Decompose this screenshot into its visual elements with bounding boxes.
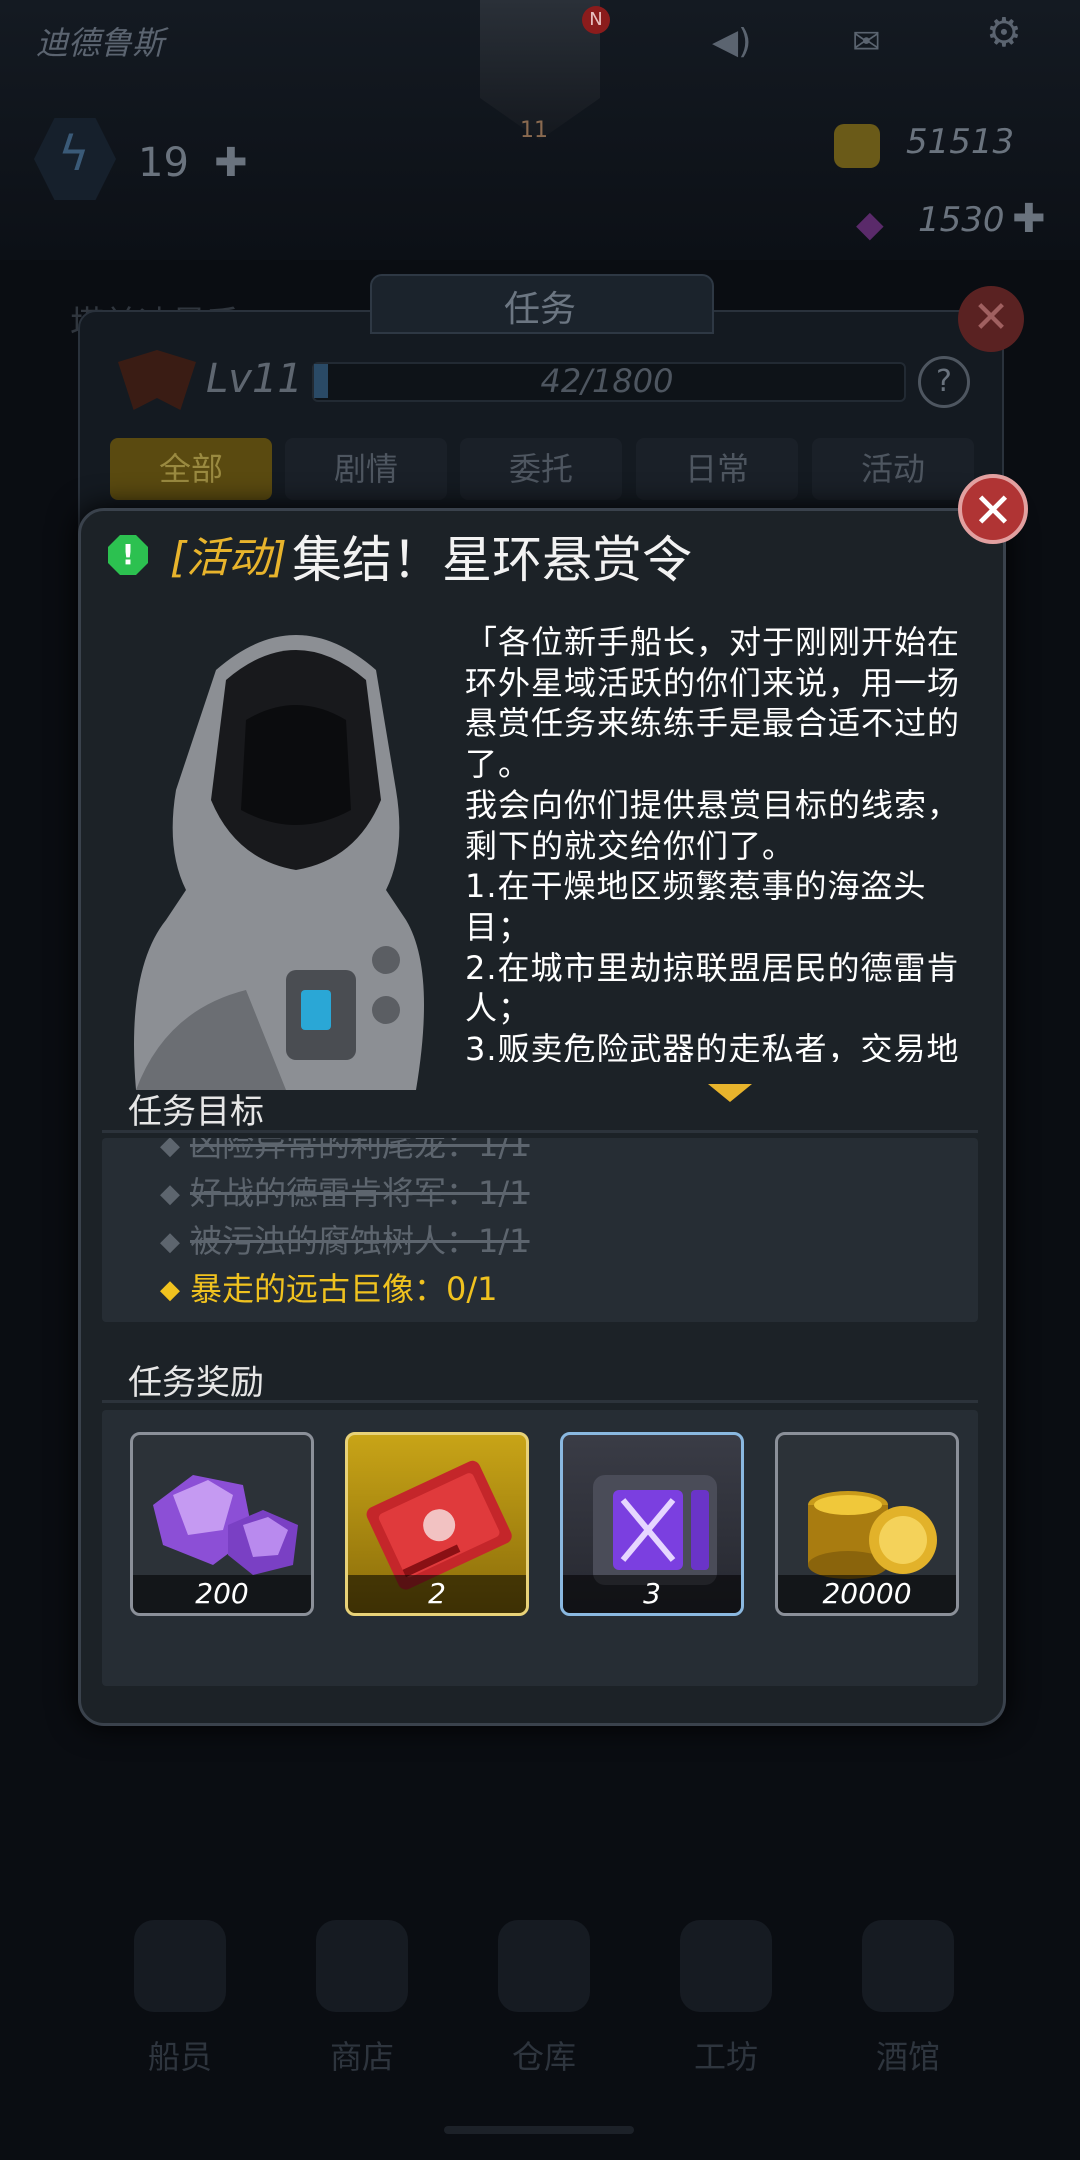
nav-tavern[interactable]: 酒馆 [838,1920,978,2078]
goal-item: ◆ 凶险异常的利尾龙：1/1 [160,1138,530,1166]
reward-quantity: 200 [133,1575,311,1613]
hammer-icon [680,1920,772,2012]
help-button[interactable]: ? [918,356,970,408]
nav-label: 工坊 [693,2038,758,2076]
task-window-close-button[interactable]: ✕ [958,286,1024,352]
crew-icon [134,1920,226,2012]
home-indicator [444,2126,634,2134]
coin-balance: 51513 [906,122,1015,162]
diamond-bullet-icon: ◆ [160,1275,180,1305]
reward-item[interactable]: 2 [345,1432,529,1616]
scroll-down-arrow-icon[interactable] [708,1084,752,1102]
mail-icon[interactable]: ✉ [852,22,881,62]
nav-label: 仓库 [511,2038,576,2076]
nav-label: 船员 [147,2038,212,2076]
diamond-bullet-icon: ◆ [160,1179,180,1209]
rewards-section-label: 任务奖励 [128,1363,264,1403]
nav-workshop[interactable]: 工坊 [656,1920,796,2078]
goals-section-label: 任务目标 [128,1092,264,1132]
tab-event[interactable]: 活动 [812,438,974,500]
tab-all[interactable]: 全部 [110,438,272,500]
description-paragraph: 2.在城市里劫掠联盟居民的德雷肯人； [465,948,960,1028]
reward-quantity: 2 [348,1575,526,1613]
add-gems-plus-icon[interactable]: ✚ [1012,196,1046,242]
description-paragraph: 我会向你们提供悬赏目标的线索，剩下的就交给你们了。 [465,785,961,865]
nav-label: 商店 [329,2038,394,2076]
diamond-bullet-icon: ◆ [160,1227,180,1257]
divider [102,1130,978,1133]
hooded-character-portrait [134,635,424,1090]
warehouse-icon [498,1920,590,2012]
quest-type-tag: [活动] [170,533,287,582]
description-paragraph: 1.在干燥地区频繁惹事的海盗头目； [465,867,927,946]
description-paragraph: 「各位新手船长，对于刚刚开始在环外星域活跃的你们来说，用一场悬赏任务来练练手是最… [465,623,961,784]
tab-story[interactable]: 剧情 [285,438,447,500]
avatar-level: 11 [520,118,548,143]
modal-close-button[interactable]: ✕ [958,474,1028,544]
reward-item[interactable]: 200 [130,1432,314,1616]
plus-icon[interactable]: ✚ [214,140,248,186]
goals-list[interactable]: ◆ 凶险异常的利尾龙：1/1 ◆ 好战的德雷肯将军：1/1 ◆ 被污浊的腐蚀树人：1/… [102,1138,978,1322]
goal-item: ◆ 好战的德雷肯将军：1/1 [160,1174,530,1212]
reward-quantity: 3 [563,1575,741,1613]
player-name: 迪德鲁斯 [36,24,165,62]
gem-icon: ◆ [856,204,884,245]
coin-icon [834,124,880,168]
nav-shop[interactable]: 商店 [292,1920,432,2078]
goal-item-active: ◆ 暴走的远古巨像：0/1 [160,1270,498,1308]
beer-mug-icon [862,1920,954,2012]
goal-item: ◆ 被污浊的腐蚀树人：1/1 [160,1222,530,1260]
energy-value: 19 [138,140,189,186]
shop-icon [316,1920,408,2012]
xp-text: 42/1800 [540,362,674,400]
speaker-icon[interactable]: ◀) [712,22,751,62]
quest-title: 集结！星环悬赏令 [292,531,692,589]
lightning-icon: ϟ [58,126,90,182]
quest-description[interactable]: 「各位新手船长，对于刚刚开始在环外星域活跃的你们来说，用一场悬赏任务来练练手是最… [465,622,990,1062]
divider [102,1400,978,1403]
reward-quantity: 20000 [778,1575,956,1613]
notification-badge: N [582,6,610,34]
tab-daily[interactable]: 日常 [636,438,798,500]
reward-item[interactable]: 3 [560,1432,744,1616]
tab-commission[interactable]: 委托 [460,438,622,500]
nav-label: 酒馆 [875,2038,940,2076]
gear-icon[interactable]: ⚙ [986,10,1022,56]
task-window-title: 任务 [503,289,576,330]
alert-icon: ! [108,535,148,575]
level-label: Lv11 [206,356,303,402]
gem-balance: 1530 [918,200,1005,240]
nav-crew[interactable]: 船员 [110,1920,250,2078]
description-paragraph: 3.贩卖危险武器的走私者，交易地 [465,1030,960,1062]
nav-warehouse[interactable]: 仓库 [474,1920,614,2078]
reward-item[interactable]: 20000 [775,1432,959,1616]
diamond-bullet-icon: ◆ [160,1138,180,1161]
